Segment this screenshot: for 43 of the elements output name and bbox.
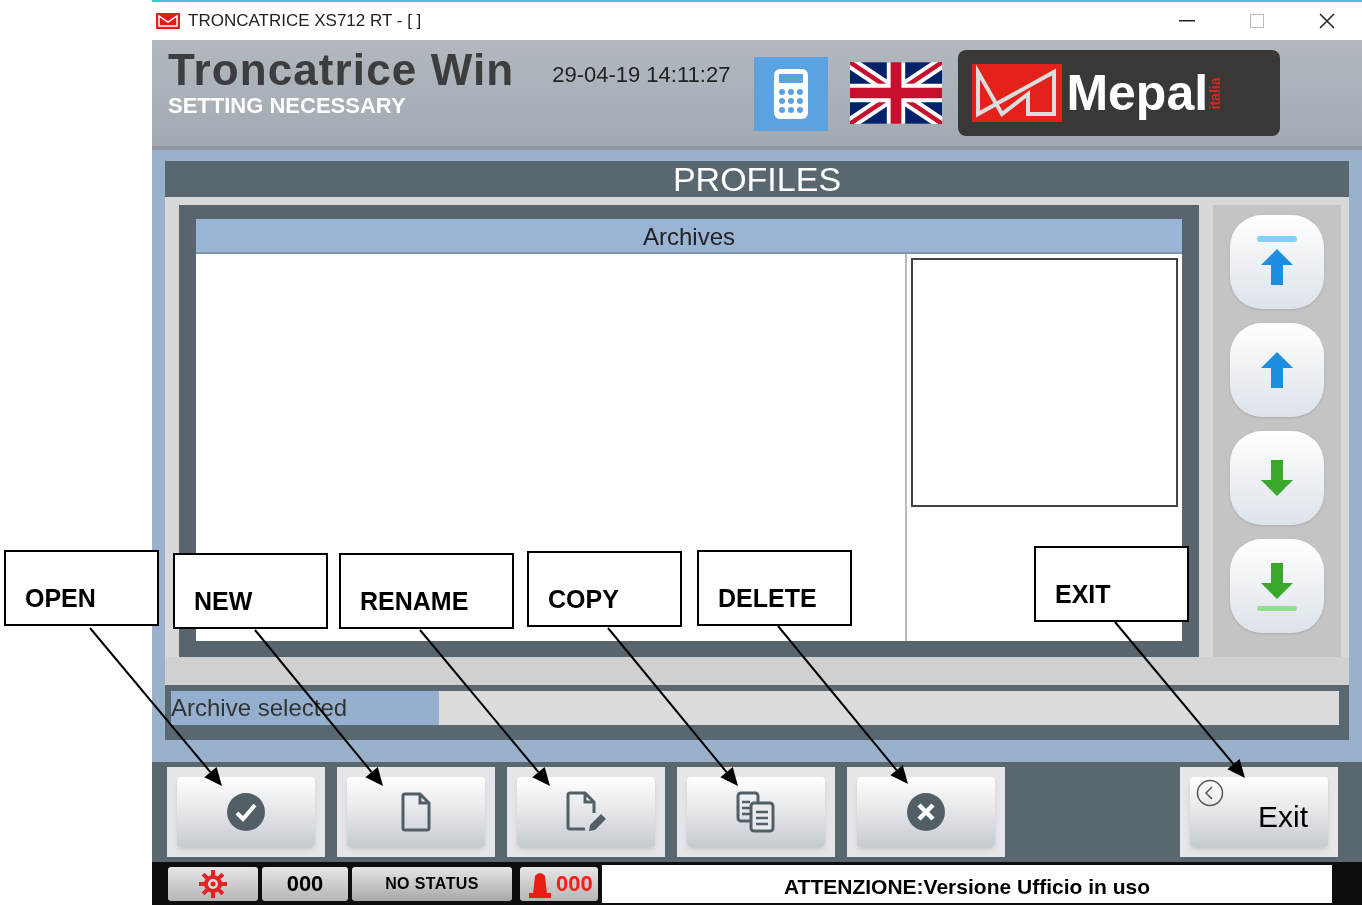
check-circle-icon [226, 792, 266, 832]
status-display: NO STATUS [352, 866, 512, 901]
rename-button[interactable] [517, 777, 655, 847]
logo-mark-icon [972, 64, 1063, 122]
callout-tooltip: DELETE [697, 550, 852, 626]
app-title: Troncatrice Win [168, 46, 515, 94]
scroll-button[interactable] [1230, 539, 1324, 633]
window-title: TRONCATRICE XS712 RT - [ ] [188, 10, 422, 33]
exit-button[interactable]: Exit [1190, 777, 1328, 847]
alarm-count: 000 [556, 870, 593, 898]
delete-button[interactable] [857, 777, 995, 847]
uk-flag-icon[interactable] [850, 62, 943, 124]
scroll-button[interactable] [1230, 323, 1324, 417]
scroll-button[interactable] [1230, 215, 1324, 309]
open-button[interactable] [177, 777, 315, 847]
x-circle-icon [906, 792, 946, 832]
copy-documents-icon [735, 791, 777, 833]
calculator-icon [773, 68, 810, 120]
callout-tooltip: COPY [527, 551, 682, 627]
settings-indicator[interactable] [168, 866, 258, 901]
panel-title: PROFILES [671, 161, 843, 197]
minimize-icon[interactable] [1179, 20, 1195, 22]
calculator-button[interactable] [754, 57, 829, 131]
callout-tooltip: RENAME [339, 553, 514, 629]
callout-tooltip: OPEN [4, 550, 159, 626]
callout-tooltip: NEW [173, 553, 328, 629]
gear-icon [198, 868, 228, 899]
logo-text: Mepal [1066, 68, 1209, 118]
status-message: ATTENZIONE:Versione Ufficio in uso [602, 864, 1332, 903]
date-time: 29-04-19 14:11:27 [552, 61, 731, 89]
counter-display: 000 [262, 866, 348, 901]
file-pencil-icon [565, 791, 607, 833]
copy-button[interactable] [687, 777, 825, 847]
callout-tooltip: EXIT [1034, 546, 1189, 622]
app-subtitle: SETTING NECESSARY [168, 94, 407, 118]
logo-subtext: italia [1206, 77, 1225, 109]
app-icon [156, 13, 180, 29]
new-button[interactable] [347, 777, 485, 847]
scroll-button[interactable] [1230, 431, 1324, 525]
back-circle-icon [1196, 779, 1224, 807]
close-icon[interactable] [1319, 13, 1335, 29]
file-icon [400, 792, 432, 832]
list-header: Archives [196, 219, 1182, 254]
